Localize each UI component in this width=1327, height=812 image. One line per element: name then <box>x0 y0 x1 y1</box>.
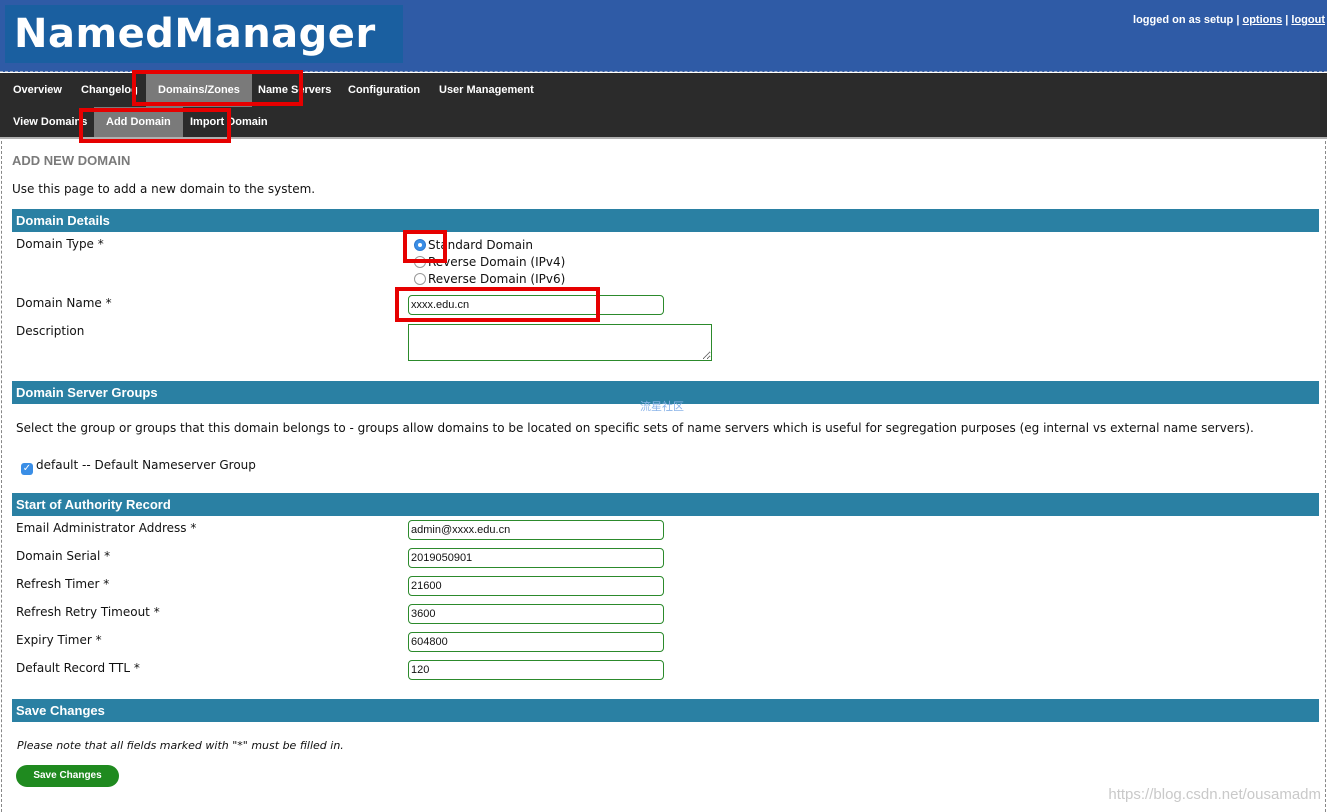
soa-retry-label: Refresh Retry Timeout * <box>16 605 160 619</box>
separator: | <box>1285 14 1289 26</box>
soa-expiry-input[interactable]: 604800 <box>408 632 664 652</box>
section-save-changes: Save Changes <box>12 699 1319 722</box>
menu-configuration[interactable]: Configuration <box>348 73 420 107</box>
soa-ttl-label: Default Record TTL * <box>16 661 140 675</box>
domain-type-label: Domain Type * <box>16 237 104 251</box>
menu-changelog[interactable]: Changelog <box>81 73 138 107</box>
section-domain-details: Domain Details <box>12 209 1319 232</box>
main-content: ADD NEW DOMAIN Use this page to add a ne… <box>1 141 1326 812</box>
description-label: Description <box>16 324 85 338</box>
save-changes-button[interactable]: Save Changes <box>16 765 119 787</box>
radio-icon[interactable] <box>414 239 426 251</box>
menu-domains-zones[interactable]: Domains/Zones <box>146 73 252 107</box>
radio-label: Standard Domain <box>428 238 533 252</box>
separator: | <box>1236 14 1240 26</box>
soa-serial-input[interactable]: 2019050901 <box>408 548 664 568</box>
menu-name-servers[interactable]: Name Servers <box>258 73 331 107</box>
group-default-checkbox[interactable]: ✓ default -- Default Nameserver Group <box>21 458 256 475</box>
soa-ttl-input[interactable]: 120 <box>408 660 664 680</box>
watermark: https://blog.csdn.net/ousamadm <box>1108 786 1321 803</box>
logout-link[interactable]: logout <box>1291 14 1325 26</box>
section-soa: Start of Authority Record <box>12 493 1319 516</box>
page-description: Use this page to add a new domain to the… <box>12 182 316 196</box>
submenu-view-domains[interactable]: View Domains <box>13 107 87 137</box>
server-groups-help: Select the group or groups that this dom… <box>16 421 1254 435</box>
app-header: NamedManager logged on as setup | option… <box>0 0 1327 72</box>
submenu-import-domain[interactable]: Import Domain <box>190 107 268 137</box>
radio-icon[interactable] <box>414 273 426 285</box>
radio-icon[interactable] <box>414 256 426 268</box>
user-links: logged on as setup | options | logout <box>1133 14 1325 26</box>
soa-refresh-label: Refresh Timer * <box>16 577 110 591</box>
options-link[interactable]: options <box>1242 14 1282 26</box>
domain-name-label: Domain Name * <box>16 296 112 310</box>
soa-retry-input[interactable]: 3600 <box>408 604 664 624</box>
menu-overview[interactable]: Overview <box>13 73 62 107</box>
overlay-text: 流星社区 <box>640 400 684 413</box>
radio-reverse-ipv4[interactable]: Reverse Domain (IPv4) <box>414 255 565 269</box>
logo: NamedManager <box>5 5 403 63</box>
primary-menu: Overview Changelog Domains/Zones Name Se… <box>0 73 1327 107</box>
secondary-menu: View Domains Add Domain Import Domain <box>0 107 1327 139</box>
domain-name-input[interactable]: xxxx.edu.cn <box>408 295 664 315</box>
logged-on-text: logged on as setup <box>1133 14 1234 26</box>
checkbox-label: default -- Default Nameserver Group <box>36 458 256 472</box>
soa-refresh-input[interactable]: 21600 <box>408 576 664 596</box>
logo-text: NamedManager <box>14 11 376 57</box>
soa-serial-label: Domain Serial * <box>16 549 111 563</box>
required-fields-note: Please note that all fields marked with … <box>17 739 344 752</box>
checkbox-check-icon[interactable]: ✓ <box>21 463 33 475</box>
menu-user-management[interactable]: User Management <box>439 73 534 107</box>
radio-standard-domain[interactable]: Standard Domain <box>414 238 533 252</box>
radio-reverse-ipv6[interactable]: Reverse Domain (IPv6) <box>414 272 565 286</box>
page-title: ADD NEW DOMAIN <box>12 153 131 168</box>
soa-email-input[interactable]: admin@xxxx.edu.cn <box>408 520 664 540</box>
soa-expiry-label: Expiry Timer * <box>16 633 102 647</box>
radio-label: Reverse Domain (IPv4) <box>428 255 566 269</box>
soa-email-label: Email Administrator Address * <box>16 521 197 535</box>
description-textarea[interactable] <box>408 324 712 361</box>
submenu-add-domain[interactable]: Add Domain <box>94 107 183 137</box>
radio-label: Reverse Domain (IPv6) <box>428 272 566 286</box>
